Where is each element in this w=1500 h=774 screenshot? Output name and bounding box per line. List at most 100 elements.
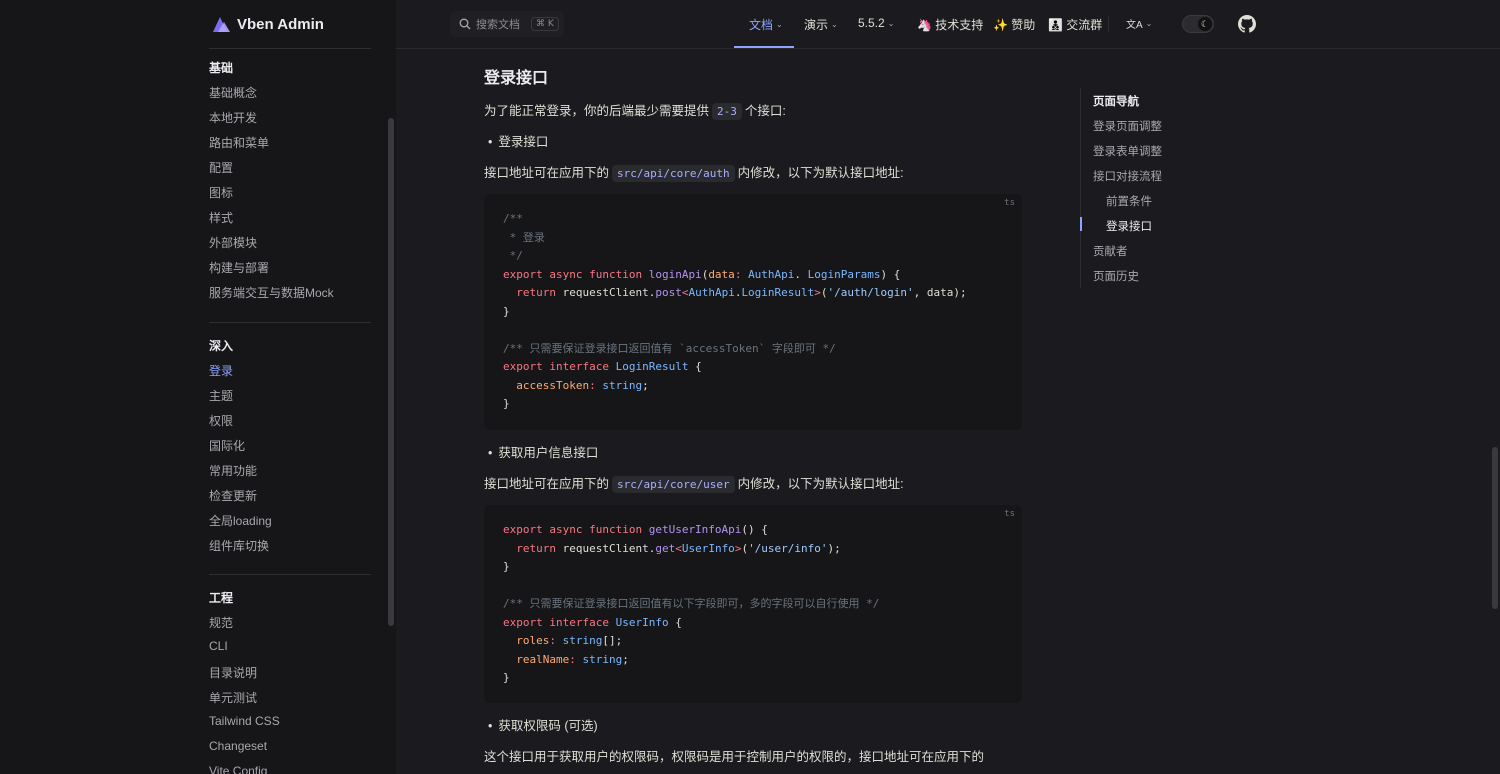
list-item: 获取用户信息接口 (488, 442, 598, 461)
sidebar-item[interactable]: 规范 (209, 614, 233, 631)
code-token: string (582, 652, 623, 666)
nav-support-label: 🦄 技术支持 (917, 18, 984, 32)
toc-title: 页面导航 (1093, 96, 1139, 108)
nav-sponsor[interactable]: ✨ 赞助 (993, 16, 1035, 33)
code-body: export async function getUserInfoApi() {… (503, 521, 1003, 688)
sidebar-item[interactable]: 图标 (209, 184, 233, 201)
sidebar-item[interactable]: 配置 (209, 159, 233, 176)
code-token: ; (642, 378, 649, 392)
nav-version-label: 5.5.2 (858, 16, 885, 30)
code-token: return (503, 286, 563, 299)
code-line: */ (503, 247, 1003, 266)
sidebar-group-title: 基础 (209, 61, 234, 75)
nav-active-indicator (734, 46, 794, 48)
code-line: export async function loginApi(data: Aut… (503, 266, 1003, 285)
sidebar-item[interactable]: 路由和菜单 (209, 134, 269, 151)
code-token: /** 只需要保证登录接口返回值有 `accessToken` 字段即可 */ (503, 341, 836, 355)
page-scrollbar[interactable] (1492, 447, 1498, 609)
sidebar-item[interactable]: 主题 (209, 387, 233, 404)
code-line: roles: string[]; (503, 632, 1003, 651)
code-token: AuthApi (748, 267, 795, 281)
code-token: LoginResult (741, 286, 815, 299)
app-name: Vben Admin (237, 15, 324, 33)
sidebar-item[interactable]: 样式 (209, 209, 233, 226)
sidebar-item[interactable]: 国际化 (209, 437, 245, 454)
nav-docs[interactable]: 文档 ⌄ (749, 16, 783, 33)
code-token: export async function (503, 523, 649, 536)
sidebar-item[interactable]: 登录 (209, 362, 233, 379)
sidebar-item[interactable]: 目录说明 (209, 664, 257, 681)
sidebar-item[interactable]: 检查更新 (209, 487, 257, 504)
language-switcher[interactable]: 文A ⌄ (1126, 16, 1152, 31)
nav-version[interactable]: 5.5.2 ⌄ (858, 16, 894, 30)
toc-active-marker (1080, 217, 1082, 231)
code-language-label: ts (1004, 509, 1015, 519)
toc-item[interactable]: 页面历史 (1093, 268, 1139, 284)
sidebar-item[interactable]: 组件库切换 (209, 537, 269, 554)
sidebar-scrollbar[interactable] (388, 118, 394, 626)
code-line: } (503, 303, 1003, 322)
sidebar-group-title: 工程 (209, 591, 234, 605)
sidebar-item[interactable]: CLI (209, 639, 228, 653)
sidebar-item[interactable]: 构建与部署 (209, 259, 269, 276)
code-token: : (569, 652, 583, 666)
code-token: post (655, 286, 682, 299)
code-token: LoginParams (807, 267, 881, 281)
code-block-userinfo: ts export async function getUserInfoApi(… (484, 505, 1022, 703)
toc-item[interactable]: 贡献者 (1093, 243, 1128, 259)
inline-code: 2-3 (712, 103, 742, 120)
code-line: /** (503, 210, 1003, 229)
path-paragraph-user: 接口地址可在应用下的 src/api/core/user 内修改，以下为默认接口地址… (484, 473, 904, 493)
code-line: } (503, 669, 1003, 688)
code-language-label: ts (1004, 198, 1015, 208)
code-token: roles (503, 634, 550, 647)
code-line: export async function getUserInfoApi() { (503, 521, 1003, 540)
code-token: []; (602, 634, 623, 647)
search-button[interactable]: 搜索文档 ⌘ K (450, 11, 564, 37)
code-token: } (503, 560, 510, 573)
toc-item[interactable]: 前置条件 (1106, 193, 1152, 209)
code-token: : (589, 378, 603, 392)
github-icon[interactable] (1238, 15, 1256, 33)
list-item: 获取权限码 (可选) (488, 715, 597, 734)
code-line: } (503, 395, 1003, 414)
code-token: /** 只需要保证登录接口返回值有以下字段即可，多的字段可以自行使用 */ (503, 597, 880, 610)
toc-item[interactable]: 登录页面调整 (1093, 118, 1162, 134)
moon-icon: ☾ (1198, 17, 1212, 31)
code-token: export async function (503, 267, 649, 281)
code-line: export interface LoginResult { (503, 358, 1003, 377)
sidebar-item[interactable]: 本地开发 (209, 109, 257, 126)
theme-toggle[interactable]: ☾ (1182, 15, 1214, 33)
nav-community[interactable]: 👨‍👦‍👦 交流群 (1048, 16, 1102, 33)
code-token: export interface (503, 615, 616, 629)
header-divider (1108, 16, 1109, 32)
vben-logo-icon (213, 17, 230, 32)
sidebar-item[interactable]: Tailwind CSS (209, 714, 280, 728)
nav-demo[interactable]: 演示 ⌄ (804, 16, 838, 33)
nav-support[interactable]: 🦄 技术支持 (917, 16, 983, 33)
search-shortcut: ⌘ K (531, 17, 559, 31)
app-logo[interactable]: Vben Admin (209, 12, 324, 36)
code-token: * 登录 (503, 230, 545, 244)
sidebar-item[interactable]: 常用功能 (209, 462, 257, 479)
toc-item[interactable]: 登录接口 (1106, 218, 1152, 234)
code-token: /** (503, 212, 523, 225)
sidebar-item[interactable]: 服务端交互与数据Mock (209, 284, 334, 301)
sidebar-item[interactable]: 外部模块 (209, 234, 257, 251)
permission-paragraph: 这个接口用于获取用户的权限码，权限码是用于控制用户的权限的，接口地址可在应用下的 (484, 750, 985, 764)
code-token: > (814, 286, 821, 299)
code-token: accessToken (503, 378, 590, 392)
code-block-login: ts /** * 登录 */ export async function logi… (484, 194, 1022, 430)
sidebar-item[interactable]: 基础概念 (209, 84, 257, 101)
toc-item[interactable]: 登录表单调整 (1093, 143, 1162, 159)
sidebar-item[interactable]: Vite Config (209, 764, 267, 774)
sidebar-item[interactable]: 单元测试 (209, 689, 257, 706)
sidebar-item[interactable]: 全局loading (209, 512, 272, 529)
sidebar: Vben Admin 基础基础概念本地开发路由和菜单配置图标样式外部模块构建与部… (0, 0, 396, 774)
toc-item[interactable]: 接口对接流程 (1093, 168, 1162, 184)
nav-sponsor-label: ✨ 赞助 (993, 18, 1036, 32)
sidebar-item[interactable]: 权限 (209, 412, 233, 429)
sidebar-item[interactable]: Changeset (209, 739, 267, 753)
code-token: '/auth/login' (827, 286, 914, 299)
